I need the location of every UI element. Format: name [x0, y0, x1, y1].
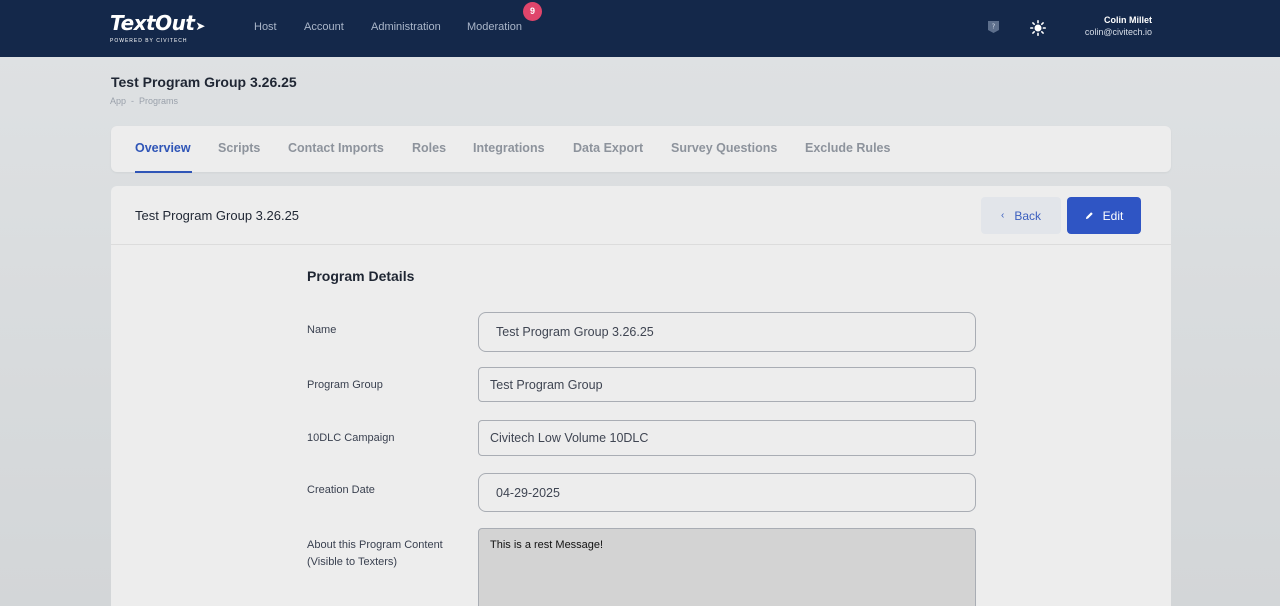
name-field[interactable]: Test Program Group 3.26.25 — [478, 312, 976, 352]
moderation-count-badge: 9 — [523, 2, 542, 21]
about-program-label-line1: About this Program Content — [307, 539, 443, 551]
edit-button[interactable]: Edit — [1067, 197, 1141, 234]
nav-account[interactable]: Account — [304, 21, 344, 33]
logo-text: TextOut — [110, 11, 195, 35]
10dlc-campaign-value: Civitech Low Volume 10DLC — [490, 431, 649, 445]
tab-overview[interactable]: Overview — [135, 141, 191, 155]
tab-integrations[interactable]: Integrations — [473, 141, 545, 155]
section-title: Program Details — [307, 268, 415, 284]
user-menu[interactable]: Colin Millet colin@civitech.io — [1085, 14, 1152, 38]
user-name: Colin Millet — [1104, 15, 1152, 25]
creation-date-field[interactable]: 04-29-2025 — [478, 473, 976, 512]
breadcrumb: App - Programs — [110, 96, 178, 106]
program-group-value: Test Program Group — [490, 377, 603, 392]
top-navigation-bar: TextOut➤ POWERED BY CIVITECH Host Accoun… — [0, 0, 1280, 57]
nav-administration[interactable]: Administration — [371, 21, 441, 33]
tab-contact-imports[interactable]: Contact Imports — [288, 141, 384, 155]
creation-date-value: 04-29-2025 — [496, 485, 560, 500]
nav-host[interactable]: Host — [254, 21, 277, 33]
card-title: Test Program Group 3.26.25 — [135, 208, 300, 223]
about-program-label-line2: (Visible to Texters) — [307, 556, 398, 568]
textout-logo[interactable]: TextOut➤ POWERED BY CIVITECH — [110, 12, 210, 44]
10dlc-campaign-field[interactable]: Civitech Low Volume 10DLC — [478, 420, 976, 456]
page-title: Test Program Group 3.26.25 — [111, 74, 297, 90]
active-tab-indicator — [135, 171, 192, 173]
tab-bar: Overview Scripts Contact Imports Roles I… — [111, 126, 1171, 173]
tab-exclude-rules[interactable]: Exclude Rules — [805, 141, 890, 155]
breadcrumb-programs[interactable]: Programs — [139, 96, 178, 106]
logo-arrow-icon: ➤ — [195, 19, 205, 33]
about-program-label: About this Program Content (Visible to T… — [307, 537, 443, 571]
pencil-icon — [1085, 211, 1094, 220]
tab-scripts[interactable]: Scripts — [218, 141, 260, 155]
logo-tagline: POWERED BY CIVITECH — [110, 38, 188, 44]
tab-roles[interactable]: Roles — [412, 141, 446, 155]
svg-text:?: ? — [992, 23, 996, 31]
back-button[interactable]: ‹ Back — [981, 197, 1061, 234]
chevron-left-icon: ‹ — [1000, 210, 1005, 221]
tab-survey-questions[interactable]: Survey Questions — [671, 141, 777, 155]
card-header: Test Program Group 3.26.25 ‹ Back Edit — [111, 186, 1171, 245]
program-group-field[interactable]: Test Program Group — [478, 367, 976, 402]
user-email: colin@civitech.io — [1084, 27, 1152, 37]
nav-moderation[interactable]: Moderation — [467, 21, 522, 33]
name-value: Test Program Group 3.26.25 — [496, 325, 654, 339]
edit-button-label: Edit — [1102, 208, 1124, 223]
tab-data-export[interactable]: Data Export — [573, 141, 643, 155]
program-group-label: Program Group — [307, 379, 383, 391]
program-details-card: Test Program Group 3.26.25 ‹ Back Edit P… — [111, 186, 1171, 606]
about-program-textarea[interactable]: This is a rest Message! — [478, 528, 976, 606]
theme-toggle-sun-icon[interactable] — [1030, 20, 1046, 36]
name-label: Name — [307, 324, 337, 336]
help-icon[interactable]: ? — [987, 20, 1000, 34]
breadcrumb-app[interactable]: App — [110, 96, 126, 106]
creation-date-label: Creation Date — [307, 484, 375, 496]
10dlc-campaign-label: 10DLC Campaign — [307, 432, 395, 444]
breadcrumb-separator: - — [131, 96, 135, 106]
back-button-label: Back — [1014, 208, 1042, 223]
about-program-value: This is a rest Message! — [490, 539, 604, 551]
